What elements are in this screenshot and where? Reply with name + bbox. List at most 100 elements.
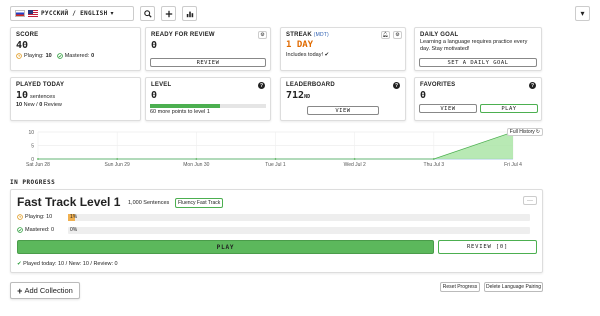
streak-value: 1 DAY [286,40,314,50]
playing-row: Playing: 10 [17,214,52,220]
x-tick-label: Mon Jun 30 [183,162,209,168]
collection-title[interactable]: Fast Track Level 1 [17,195,120,209]
favorites-title: FAVORITES [420,82,456,88]
played-review-label: Review [43,102,62,108]
reset-progress-button[interactable]: Reset Progress [440,282,480,292]
add-collection-label: Add Collection [24,286,73,295]
help-icon[interactable]: ? [529,82,536,89]
more-options-button[interactable]: ··· [523,196,537,205]
level-progress-bar [150,104,266,108]
check-circle-icon [56,53,63,59]
playing-value: 10 [45,53,52,59]
streak-title-text: STREAK [286,32,312,38]
streak-settings-button[interactable]: ⚙ [393,31,402,39]
gear-icon: ⚙ [260,32,265,38]
bar-chart-icon [186,11,193,17]
level-progress-fill [150,104,220,108]
set-daily-goal-button[interactable]: SET A DAILY GOAL [419,58,537,67]
more-icon: ··· [527,197,533,204]
russia-flag-icon [15,10,25,17]
leaderboard-card: LEADERBOARD ? 712 ND VIEW [280,77,406,121]
search-button[interactable] [140,6,155,21]
y-tick-label: 10 [28,130,34,136]
played-today-text: Played today: 10 / New: 10 / Review: 0 [23,261,118,267]
chevron-down-icon: ▾ [110,11,114,17]
x-tick-label: Fri Jul 4 [504,162,522,168]
help-icon[interactable]: ? [393,82,400,89]
gear-icon: ⚙ [395,32,400,38]
daily-goal-card: DAILY GOAL Learning a language requires … [414,27,542,71]
goal-text: Learning a language requires practice ev… [420,39,528,52]
clock-icon [17,214,23,220]
activity-chart: 10 5 0 Sat Jun 28 Sun Jun 29 Mon Jun 30 Tue Ju… [10,125,543,171]
check-icon: ✔ [17,261,22,267]
mastered-label: Mastered: 0 [25,227,55,233]
mastered-row: Mastered: 0 [17,227,54,233]
score-value: 40 [16,40,29,51]
played-today-line: ✔ Played today: 10 / New: 10 / Review: 0 [17,261,118,267]
history-icon: ↻ [535,129,540,135]
leaderboard-suffix: ND [304,94,311,100]
full-history-label: Full History [509,129,535,135]
leaderboard-title: LEADERBOARD [286,82,335,88]
score-card: SCORE 40 Playing: 10 Mastered: 0 [10,27,141,71]
language-selector[interactable]: РУССКИЙ / ENGLISH ▾ [10,6,134,21]
plus-icon: + [17,285,23,296]
score-breakdown: Playing: 10 Mastered: 0 [16,53,135,59]
usa-flag-icon [28,10,38,17]
section-label: IN PROGRESS [10,179,56,186]
menu-dropdown-button[interactable]: ▾ [575,6,590,21]
ready-value: 0 [151,40,158,51]
played-unit: sentences [30,94,56,100]
x-tick-label: Wed Jul 2 [344,162,366,168]
data-point [274,158,277,160]
collection-sentences: 1,000 Sentences [128,200,170,206]
streak-card: STREAK (MDT) 🔔︎ ⚙ 1 DAY Includes today! … [280,27,406,71]
full-history-button[interactable]: Full History ↻ [506,128,543,136]
settings-button[interactable]: ⚙ [258,31,267,39]
review-button[interactable]: REVIEW [150,58,266,67]
x-tick-label: Tue Jul 1 [265,162,286,168]
x-tick-label: Sat Jun 28 [26,162,50,168]
level-title: LEVEL [151,82,172,88]
favorites-card: FAVORITES ? 0 VIEW PLAY [414,77,542,121]
leaderboard-view-button[interactable]: VIEW [307,106,379,115]
played-breakdown: 10 New / 0 Review [16,102,135,108]
level-value: 0 [151,90,158,101]
add-button[interactable] [161,6,176,21]
favorites-play-button[interactable]: PLAY [480,104,538,113]
notifications-button[interactable]: 🔔︎ [381,31,390,39]
check-circle-icon [17,227,23,233]
played-main: 10 sentences [16,90,135,101]
mastered-label: Mastered: [64,53,90,59]
level-note: 60 more points to level 1 [150,109,210,115]
played-today-card: PLAYED TODAY 10 sentences 10 New / 0 Rev… [10,77,141,121]
help-icon[interactable]: ? [258,82,265,89]
activity-chart-svg: 1050Sat Jun 28 Sun Jun 29 Mon Jun 30 Tue Ju… [26,130,522,168]
stats-button[interactable] [182,6,197,21]
mastered-percent: 0% [70,227,78,233]
plus-icon [165,10,172,17]
clock-icon [16,53,22,59]
leaderboard-value: 712 [286,90,305,101]
play-button[interactable]: PLAY [17,240,434,254]
data-point [37,158,39,160]
x-tick-label: Thu Jul 3 [424,162,445,168]
collection-card: Fast Track Level 1 1,000 Sentences Fluen… [10,189,543,273]
favorites-view-button[interactable]: VIEW [419,104,477,113]
played-new-value: 10 [16,102,23,108]
fluency-badge: Fluency Fast Track [175,198,224,208]
played-new-label: New / [23,102,38,108]
delete-language-pairing-button[interactable]: Delete Language Pairing [484,282,543,292]
score-title: SCORE [16,32,39,38]
streak-note: Includes today! ✔ [286,52,330,58]
x-tick-label: Sun Jun 29 [105,162,131,168]
played-title: PLAYED TODAY [16,82,65,88]
mastered-progress-bar: 0% [68,227,530,234]
review-button[interactable]: REVIEW [0] [438,240,537,254]
add-collection-button[interactable]: + Add Collection [10,282,80,299]
played-review-value: 0 [39,102,43,108]
playing-progress-bar: 1% [68,214,530,221]
data-point [195,158,198,160]
data-point [116,158,119,160]
